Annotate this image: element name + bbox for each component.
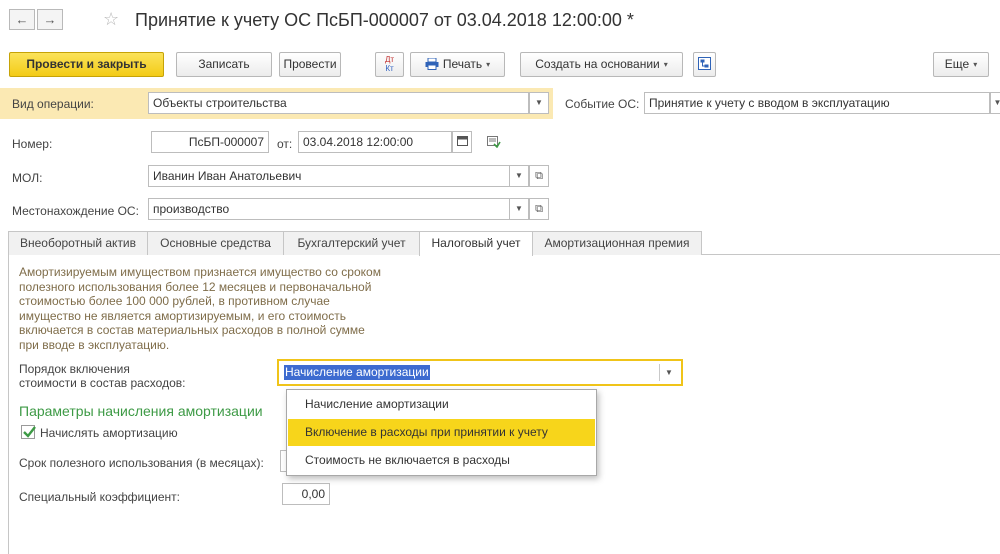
chevron-down-icon: ▾ — [973, 60, 978, 70]
order-combobox[interactable]: Начисление амортизации ▼ — [277, 359, 683, 386]
dropdown-option-not-included[interactable]: Стоимость не включается в расходы — [288, 447, 595, 474]
coefficient-label: Специальный коэффициент: — [19, 490, 180, 504]
back-button[interactable]: ← — [9, 9, 35, 30]
arrow-left-icon: ← — [15, 12, 29, 27]
print-button[interactable]: Печать ▾ — [410, 52, 505, 77]
calendar-icon — [456, 136, 468, 146]
tab-fixed-assets[interactable]: Основные средства — [147, 231, 284, 255]
chevron-down-icon: ▾ — [486, 60, 491, 70]
operation-field[interactable]: Объекты строительства — [148, 92, 529, 114]
open-icon: ⧉ — [535, 203, 543, 215]
panel-border — [8, 254, 9, 554]
amortization-info-text: Амортизируемым имуществом признается иму… — [19, 265, 381, 352]
save-button[interactable]: Записать — [176, 52, 272, 77]
useful-life-label: Срок полезного использования (в месяцах)… — [19, 456, 264, 470]
favorite-star-icon[interactable]: ☆ — [103, 8, 119, 30]
event-dropdown-button[interactable]: ▼ — [990, 92, 1000, 114]
chevron-down-icon: ▼ — [993, 98, 1000, 107]
operation-dropdown-button[interactable]: ▼ — [529, 92, 549, 114]
coefficient-field[interactable]: 0,00 — [282, 483, 330, 505]
location-field[interactable]: производство — [148, 198, 510, 220]
order-selected-text: Начисление амортизации — [284, 365, 430, 380]
window-title: Принятие к учету ОС ПсБП-000007 от 03.04… — [135, 10, 634, 30]
event-label: Событие ОС: — [565, 97, 640, 111]
operation-label: Вид операции: — [12, 97, 94, 111]
chevron-down-icon: ▼ — [515, 204, 523, 213]
dropdown-option-expense-on-acceptance[interactable]: Включение в расходы при принятии к учету — [288, 419, 595, 446]
chevron-down-icon: ▼ — [535, 98, 543, 107]
checkmark-icon — [23, 426, 36, 438]
mol-open-button[interactable]: ⧉ — [529, 165, 549, 187]
more-button[interactable]: Еще ▾ — [933, 52, 989, 77]
tab-noncurrent-asset[interactable]: Внеоборотный актив — [8, 231, 148, 255]
location-label: Местонахождение ОС: — [12, 204, 139, 218]
event-field[interactable]: Принятие к учету с вводом в эксплуатацию — [644, 92, 990, 114]
chevron-down-icon: ▼ — [515, 171, 523, 180]
structure-button[interactable] — [693, 52, 716, 77]
depreciation-params-heading: Параметры начисления амортизации — [19, 403, 263, 419]
accrue-depreciation-label: Начислять амортизацию — [40, 426, 178, 440]
mol-dropdown-button[interactable]: ▼ — [509, 165, 529, 187]
calendar-button[interactable] — [452, 131, 472, 153]
chevron-down-icon[interactable]: ▼ — [665, 365, 673, 380]
order-label: Порядок включения стоимости в состав рас… — [19, 362, 186, 390]
dtkt-button[interactable]: Дт Кт — [375, 52, 404, 77]
chevron-down-icon: ▾ — [663, 60, 668, 70]
open-icon: ⧉ — [535, 170, 543, 182]
number-field[interactable]: ПсБП-000007 — [151, 131, 269, 153]
structure-icon — [698, 57, 711, 70]
dtkt-icon: Дт Кт — [384, 55, 395, 73]
arrow-right-icon: → — [43, 12, 57, 27]
forward-button[interactable]: → — [37, 9, 63, 30]
post-and-close-button[interactable]: Провести и закрыть — [9, 52, 164, 77]
mol-label: МОЛ: — [12, 171, 43, 185]
order-dropdown-list: Начисление амортизации Включение в расхо… — [286, 389, 597, 476]
tab-tax-accounting[interactable]: Налоговый учет — [419, 231, 533, 256]
printer-icon — [425, 57, 439, 70]
mol-field[interactable]: Иванин Иван Анатольевич — [148, 165, 510, 187]
dropdown-option-depreciation[interactable]: Начисление амортизации — [288, 391, 595, 418]
date-label: от: — [277, 137, 293, 151]
tab-depreciation-bonus[interactable]: Амортизационная премия — [532, 231, 702, 255]
number-edit-icon[interactable] — [487, 135, 501, 151]
number-label: Номер: — [12, 137, 53, 151]
tab-accounting[interactable]: Бухгалтерский учет — [283, 231, 420, 255]
accrue-depreciation-checkbox[interactable] — [21, 425, 36, 439]
post-button[interactable]: Провести — [279, 52, 341, 77]
location-open-button[interactable]: ⧉ — [529, 198, 549, 220]
location-dropdown-button[interactable]: ▼ — [509, 198, 529, 220]
date-field[interactable]: 03.04.2018 12:00:00 — [298, 131, 452, 153]
create-based-on-button[interactable]: Создать на основании ▾ — [520, 52, 683, 77]
